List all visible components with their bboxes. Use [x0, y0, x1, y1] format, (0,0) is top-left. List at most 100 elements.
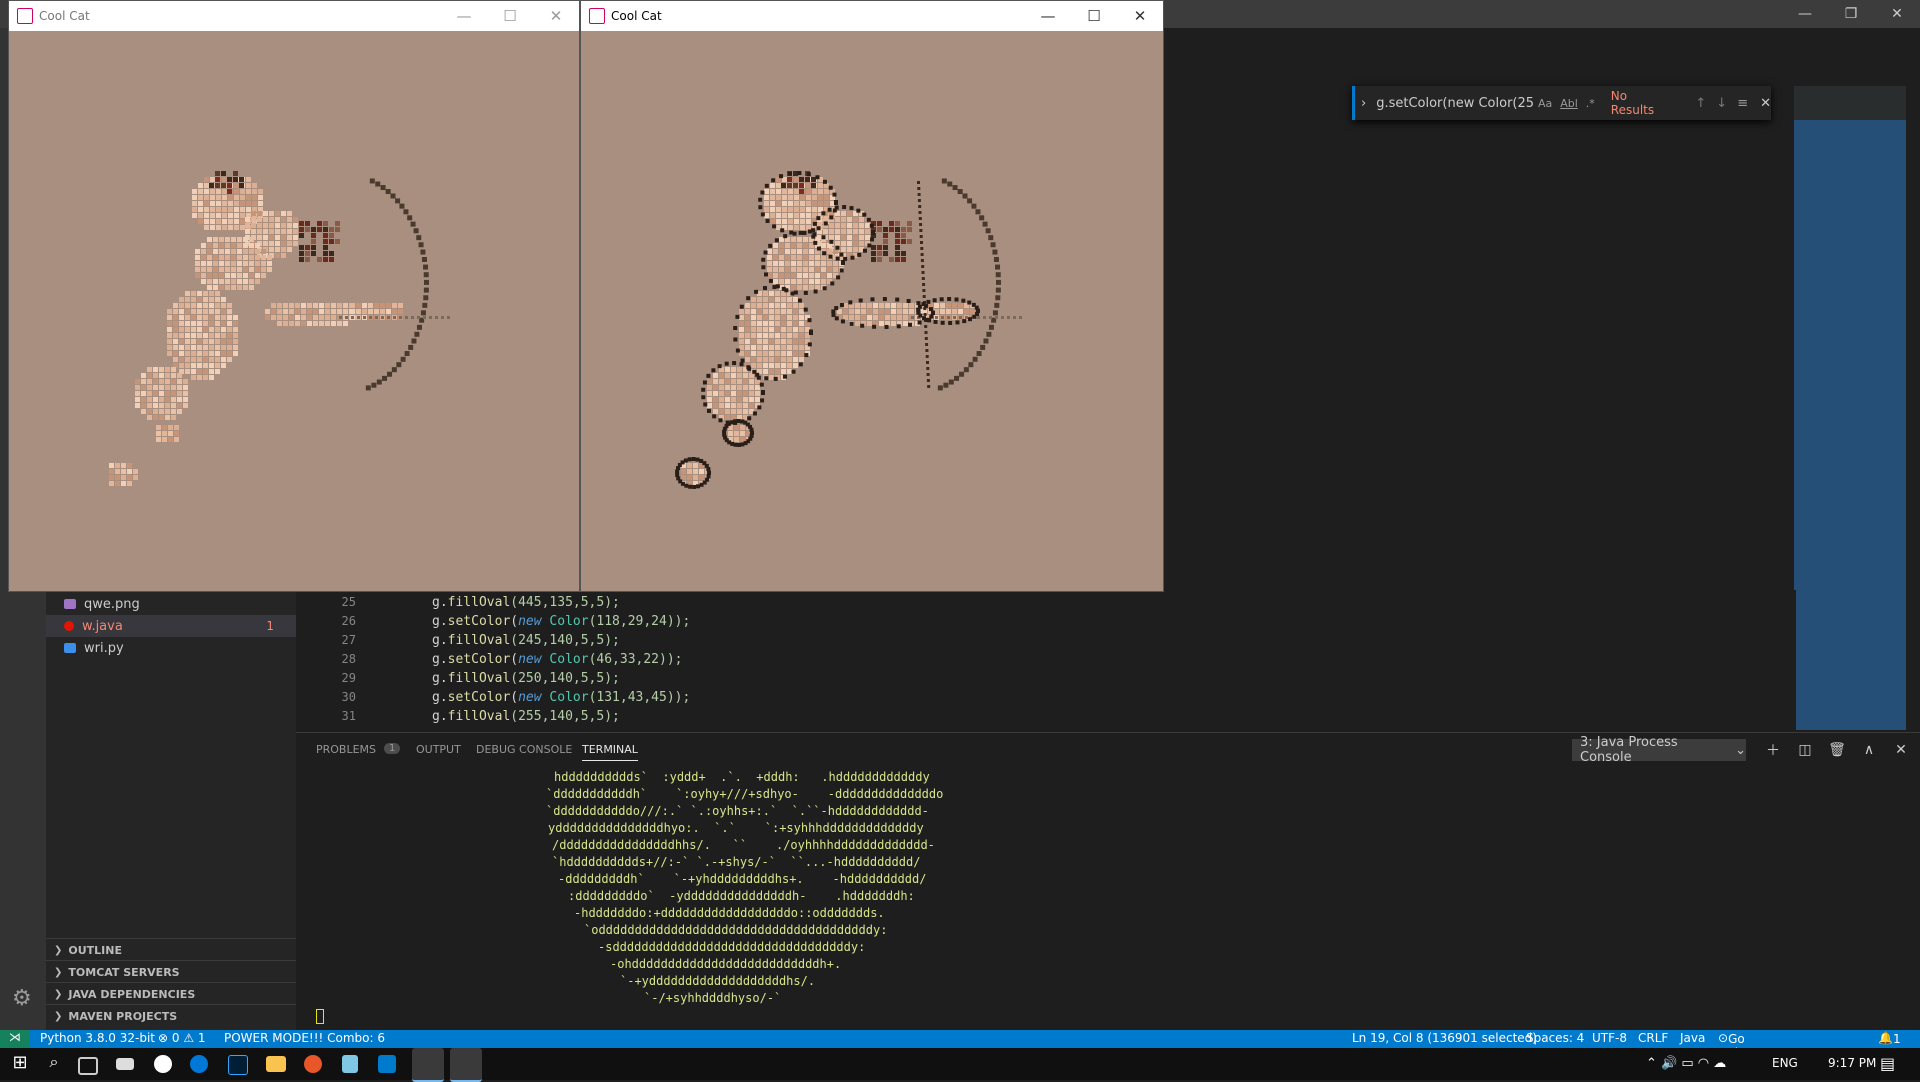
manage-gear-icon[interactable]: ⚙ [12, 986, 32, 1011]
file-qwe-png[interactable]: qwe.png [46, 593, 296, 615]
match-case-toggle[interactable]: Aa [1538, 97, 1552, 110]
input-language[interactable]: ENG [1772, 1056, 1798, 1070]
section-tomcat-servers[interactable]: ❯ TOMCAT SERVERS [46, 960, 296, 983]
chrome-icon[interactable] [154, 1055, 172, 1073]
cool-cat-window-right[interactable]: Cool Cat — ☐ ✕ [580, 0, 1164, 592]
line-number: 29 [341, 671, 356, 685]
method-name: fillOval [447, 709, 511, 724]
code-line[interactable]: g.fillOval(445,135,5,5); [432, 595, 620, 610]
line-number: 28 [341, 652, 356, 666]
section-maven-projects[interactable]: ❯ MAVEN PROJECTS [46, 1004, 296, 1027]
code-line[interactable]: g.setColor(new Color(118,29,24)); [432, 614, 690, 629]
minimize-button[interactable]: — [1025, 1, 1071, 31]
vscode-minimize-button[interactable]: — [1782, 0, 1828, 28]
notifications-icon[interactable]: 🔔 1 [1878, 1031, 1901, 1046]
tab-problems[interactable]: PROBLEMS [316, 743, 376, 756]
python-interpreter[interactable]: Python 3.8.0 32-bit [40, 1031, 155, 1045]
vscode-close-button[interactable]: ✕ [1874, 0, 1920, 28]
system-tray-icons[interactable]: ⌃ 🔊 ▭ ◠ ☁ [1646, 1056, 1726, 1071]
chevron-right-icon: ❯ [54, 1010, 63, 1022]
firefox-icon[interactable] [304, 1055, 322, 1073]
maximize-button[interactable]: ☐ [1071, 1, 1117, 31]
method-name: setColor [447, 614, 511, 629]
terminal-line: -dddddddddh` `-+yhdddddddddhs+. -hdddddd… [558, 872, 927, 886]
code-line[interactable]: g.fillOval(245,140,5,5); [432, 633, 620, 648]
close-button[interactable]: ✕ [533, 1, 579, 31]
maximize-button[interactable]: ☐ [487, 1, 533, 31]
terminal-select[interactable]: 3: Java Process Console ⌄ [1572, 735, 1746, 765]
section-java-dependencies[interactable]: ❯ JAVA DEPENDENCIES [46, 982, 296, 1005]
minimap-slider[interactable] [1794, 86, 1906, 120]
call-args: (255,140,5,5); [510, 709, 620, 724]
go-live-button[interactable]: ⊙ Go Live [1718, 1031, 1753, 1060]
kill-terminal-icon[interactable]: 🗑 [1826, 739, 1848, 761]
photoshop-icon[interactable] [228, 1055, 248, 1075]
code-line[interactable]: g.fillOval(255,140,5,5); [432, 709, 620, 724]
problems-status[interactable]: ⊗ 0 ⚠ 1 [158, 1031, 206, 1045]
find-in-selection-icon[interactable]: ≡ [1737, 96, 1748, 111]
indentation[interactable]: Spaces: 4 [1526, 1031, 1584, 1045]
maximize-panel-icon[interactable]: ∧ [1858, 739, 1880, 761]
previous-match-icon[interactable]: ↑ [1695, 96, 1706, 111]
file-explorer-icon[interactable] [266, 1056, 286, 1072]
file-wri-py[interactable]: wri.py [46, 637, 296, 659]
language-mode[interactable]: Java [1680, 1031, 1705, 1045]
encoding[interactable]: UTF-8 [1592, 1031, 1627, 1045]
edge-icon[interactable] [190, 1055, 208, 1073]
whole-word-toggle[interactable]: Abl [1560, 97, 1578, 110]
terminal-line: /ddddddddddddddddhhs/. `` ./oyhhhhdddddd… [552, 838, 935, 852]
minimize-button[interactable]: — [441, 1, 487, 31]
line-number: 31 [341, 709, 356, 723]
tab-output[interactable]: OUTPUT [416, 743, 461, 756]
cool-cat-window-left[interactable]: Cool Cat — ☐ ✕ [8, 0, 580, 592]
new-terminal-icon[interactable]: ＋ [1762, 739, 1784, 761]
clock[interactable]: 9:17 PM [1828, 1056, 1876, 1070]
start-windows-icon[interactable]: ⊞ [8, 1052, 32, 1076]
cursor-position[interactable]: Ln 19, Col 8 (136901 selected) [1352, 1031, 1537, 1045]
line-number: 25 [341, 595, 356, 609]
code-line[interactable]: g.fillOval(250,140,5,5); [432, 671, 620, 686]
action-center-icon[interactable]: ▤ [1880, 1054, 1895, 1073]
close-button[interactable]: ✕ [1117, 1, 1163, 31]
vscode-taskbar-icon[interactable] [378, 1055, 396, 1073]
java-app-taskbar-icon-2[interactable] [450, 1048, 482, 1082]
bottom-panel: PROBLEMS 1 OUTPUT DEBUG CONSOLE TERMINAL… [296, 732, 1920, 1031]
task-view-icon[interactable] [78, 1057, 98, 1075]
code-editor[interactable]: 25 g.fillOval(445,135,5,5); 26 g.setColor(n… [296, 590, 1796, 730]
regex-toggle[interactable]: .* [1586, 97, 1595, 110]
chevron-right-icon: ❯ [54, 988, 63, 1000]
line-number: 30 [341, 690, 356, 704]
toggle-replace-chevron-icon[interactable]: › [1361, 96, 1366, 111]
window-title-bar[interactable]: Cool Cat — ☐ ✕ [581, 1, 1163, 31]
code-line[interactable]: g.setColor(new Color(46,33,22)); [432, 652, 682, 667]
file-w-java[interactable]: w.java 1 [46, 615, 296, 637]
tab-terminal[interactable]: TERMINAL [582, 743, 638, 761]
keyword: new [518, 690, 542, 705]
line-ending[interactable]: CRLF [1638, 1031, 1668, 1045]
java-app-taskbar-icon[interactable] [412, 1048, 444, 1082]
class-name: Color [549, 690, 589, 705]
minimap-selection [1794, 120, 1906, 730]
tab-debug-console[interactable]: DEBUG CONSOLE [476, 743, 572, 756]
window-title-bar[interactable]: Cool Cat — ☐ ✕ [9, 1, 579, 31]
vscode-restore-button[interactable]: ❐ [1828, 0, 1874, 28]
close-panel-icon[interactable]: ✕ [1890, 739, 1912, 761]
find-input[interactable]: g.setColor(new Color(255,2 [1376, 96, 1534, 111]
java-error-icon [64, 621, 74, 631]
section-outline[interactable]: ❯ OUTLINE [46, 938, 296, 961]
mail-icon[interactable] [116, 1058, 134, 1070]
split-terminal-icon[interactable]: ◫ [1794, 739, 1816, 761]
code-line[interactable]: g.setColor(new Color(131,43,45)); [432, 690, 690, 705]
call-args: (118,29,24)); [588, 614, 691, 629]
close-find-icon[interactable]: ✕ [1760, 96, 1771, 111]
next-match-icon[interactable]: ↓ [1716, 96, 1727, 111]
terminal-line: hdddddddddds` :yddd+ .`. +dddh: .hdddddd… [554, 770, 930, 784]
minimap[interactable] [1794, 28, 1920, 730]
terminal-output[interactable]: hdddddddddds` :yddd+ .`. +dddh: .hdddddd… [546, 769, 943, 1007]
file-name: qwe.png [84, 596, 140, 612]
notepad-icon[interactable] [342, 1055, 358, 1073]
search-icon[interactable]: ⌕ [42, 1052, 66, 1076]
status-bar: ⋊ Python 3.8.0 32-bit ⊗ 0 ⚠ 1 POWER MODE… [0, 1030, 1920, 1060]
terminal-line: `dddddddddddo///:.` `.:oyhhs+:.` `.``-hd… [546, 804, 929, 818]
remote-icon[interactable]: ⋊ [0, 1030, 30, 1048]
